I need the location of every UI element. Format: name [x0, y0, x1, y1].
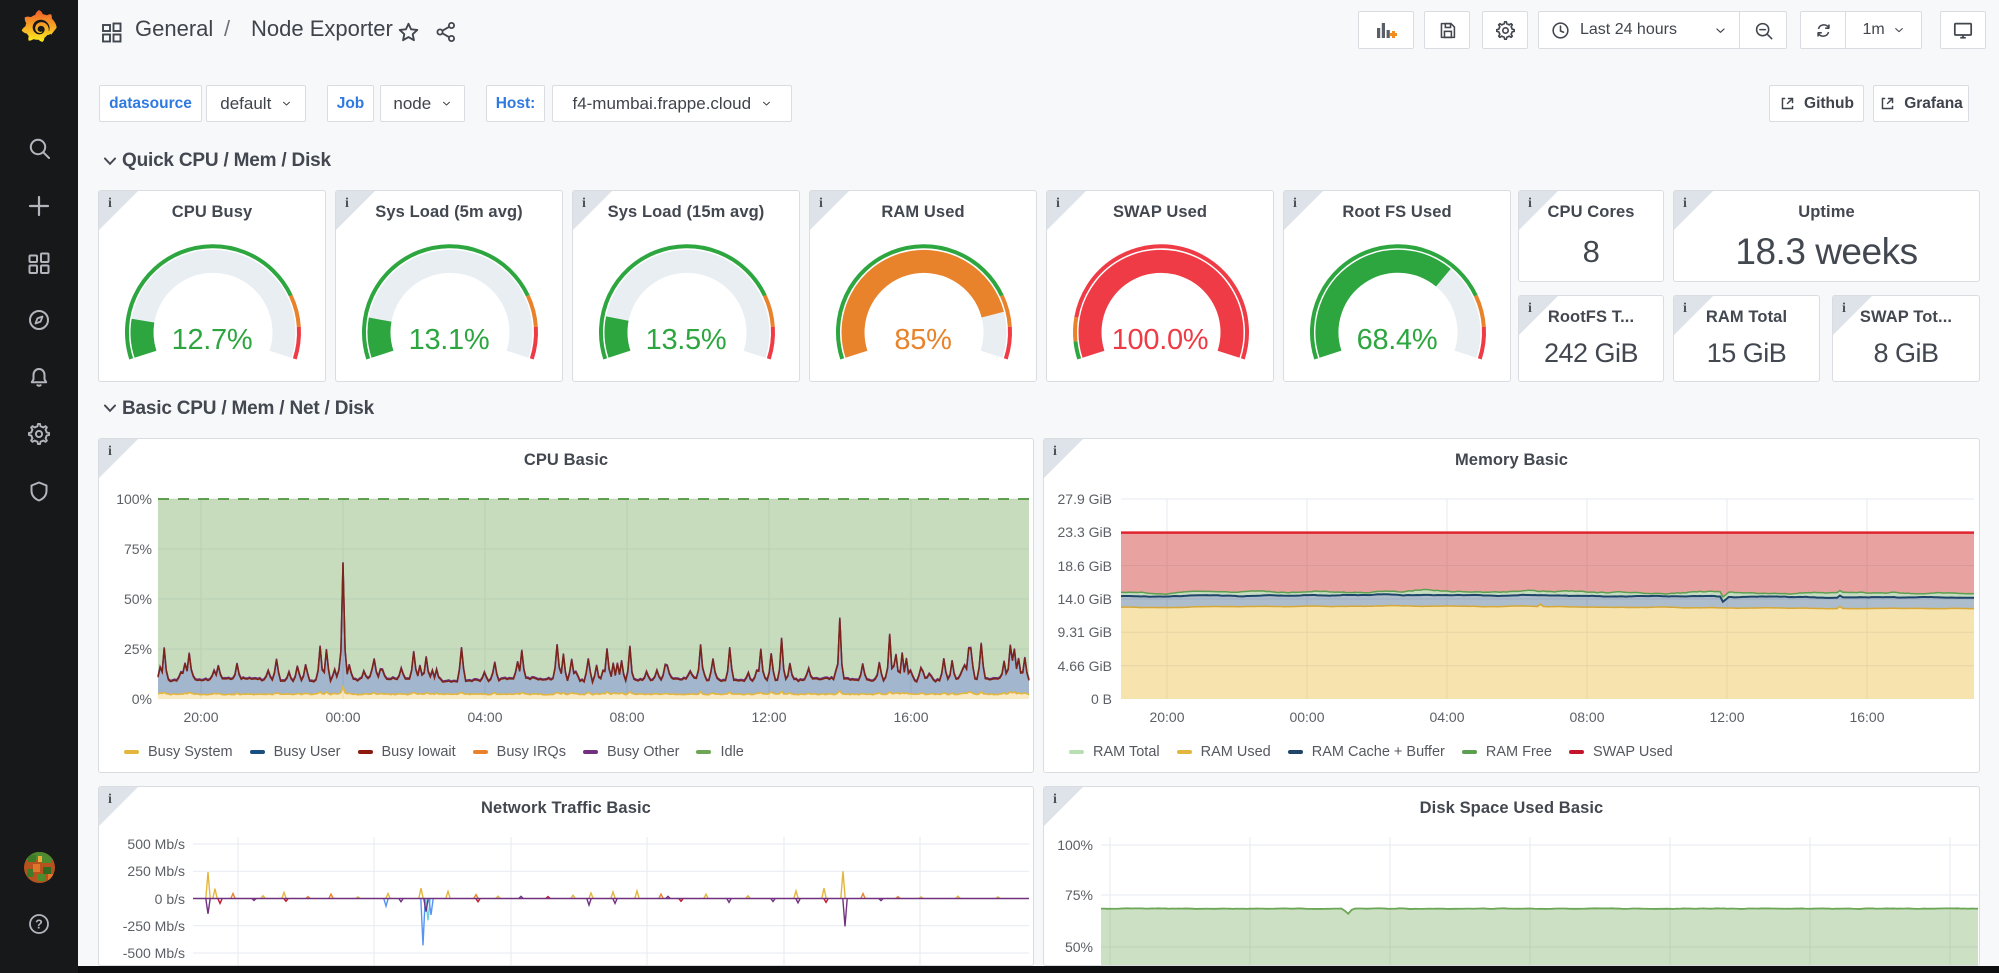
- svg-text:?: ?: [35, 917, 43, 931]
